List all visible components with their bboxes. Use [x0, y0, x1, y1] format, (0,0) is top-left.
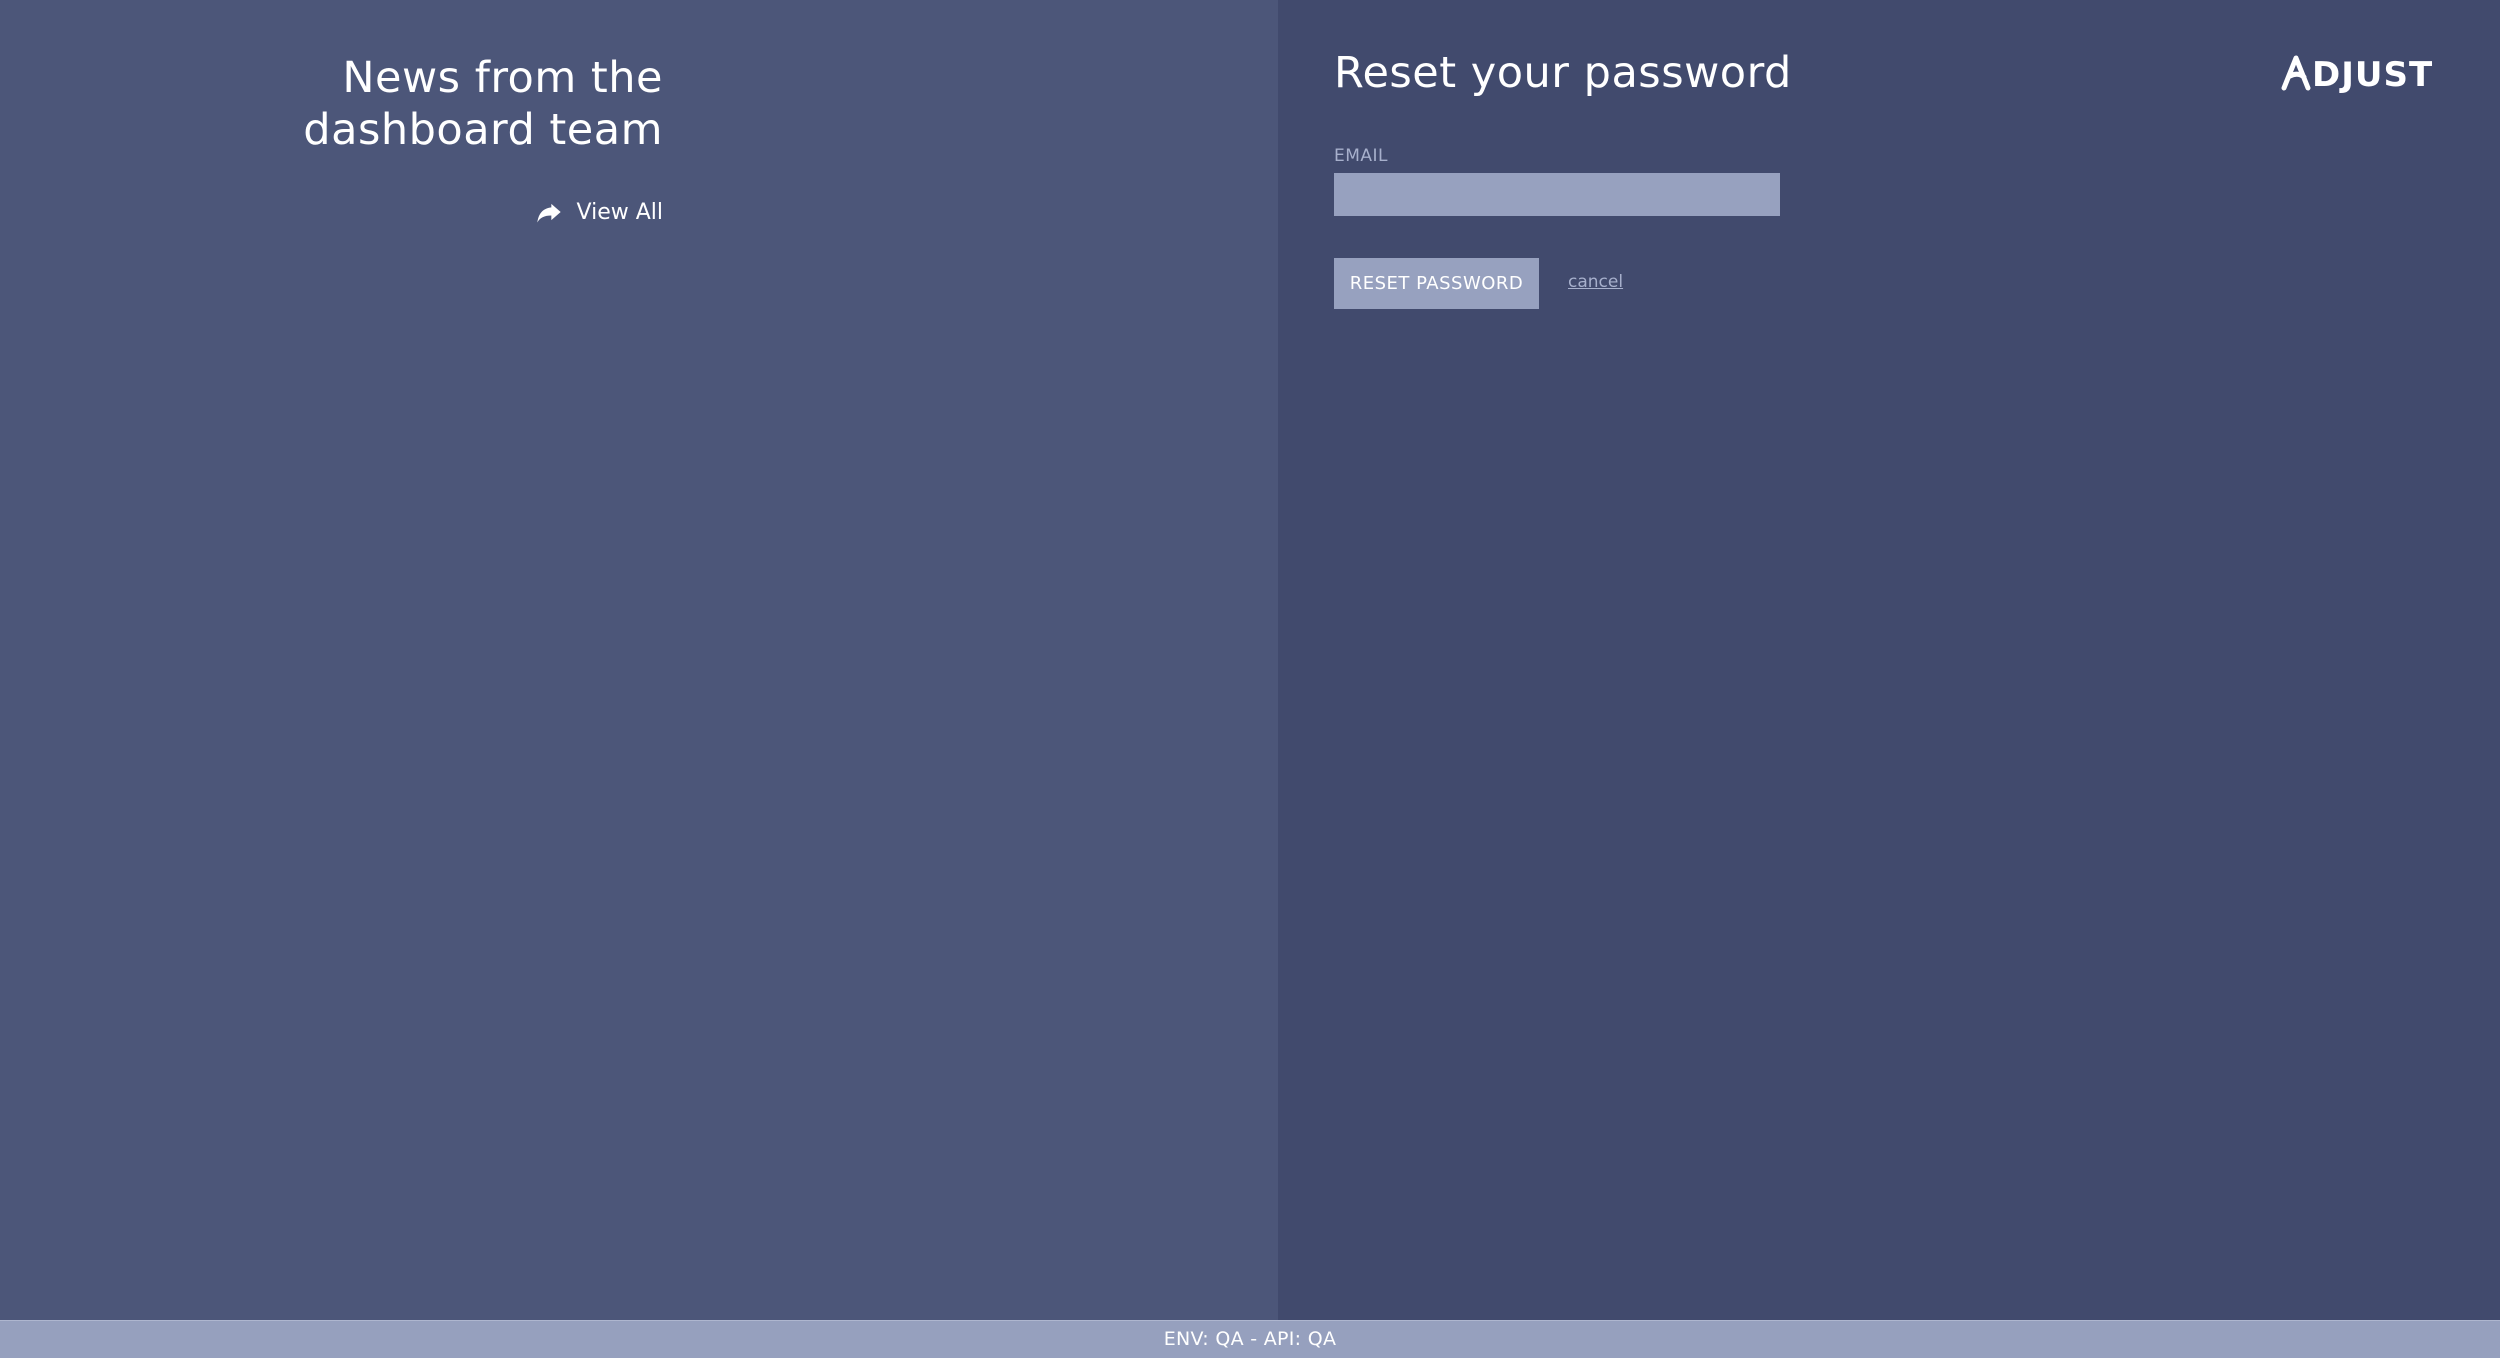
environment-footer: ENV: QA - API: QA [0, 1320, 2500, 1358]
reset-title: Reset your password [1334, 48, 1792, 98]
share-arrow-icon [535, 198, 563, 226]
news-panel: News from the dashboard team View All [0, 0, 1278, 1320]
svg-text:DJUST: DJUST [2312, 55, 2433, 94]
view-all-label: View All [576, 199, 663, 225]
email-field[interactable] [1334, 173, 1780, 216]
news-title: News from the dashboard team [303, 53, 663, 155]
view-all-link[interactable]: View All [535, 198, 663, 226]
cancel-link[interactable]: cancel [1568, 272, 1623, 292]
reset-password-button[interactable]: RESET PASSWORD [1334, 258, 1539, 309]
adjust-logo: DJUST [2280, 50, 2446, 94]
email-label: EMAIL [1334, 146, 1389, 166]
